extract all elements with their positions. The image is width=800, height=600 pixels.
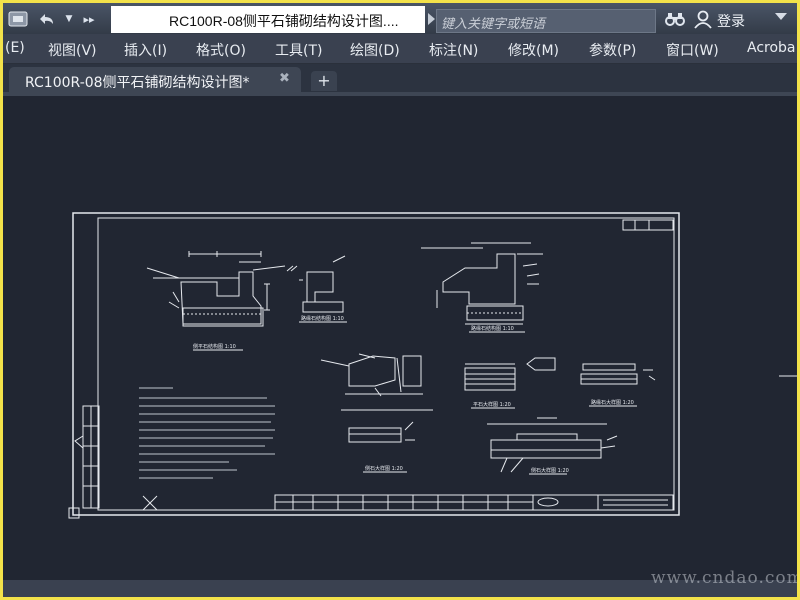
title-box: RC100R-08侧平石铺砌结构设计图.... — [111, 6, 425, 33]
menu-format[interactable]: 格式(O) — [196, 40, 246, 60]
menu-bar: (E) 视图(V) 插入(I) 格式(O) 工具(T) 绘图(D) 标注(N) … — [3, 34, 797, 64]
binoculars-icon[interactable] — [665, 11, 685, 27]
detail-title-2: 路缘石结构图 1:10 — [301, 315, 344, 322]
title-expand-icon[interactable] — [428, 13, 435, 25]
watermark: www.cndao.com — [651, 568, 797, 588]
menu-acrobat[interactable]: Acroba — [747, 40, 796, 56]
menu-tools[interactable]: 工具(T) — [275, 40, 322, 60]
more-icon[interactable]: ▸▸ — [81, 9, 97, 29]
chevron-down-icon[interactable] — [775, 13, 787, 20]
detail-title-3: 路缘石结构图 1:10 — [471, 325, 514, 332]
new-tab-button[interactable]: + — [311, 71, 337, 91]
search-input[interactable]: 键入关键字或短语 — [436, 9, 656, 33]
menu-parameter[interactable]: 参数(P) — [589, 40, 636, 60]
window-title: RC100R-08侧平石铺砌结构设计图.... — [169, 13, 399, 29]
undo-icon[interactable] — [35, 9, 57, 29]
quick-access-toolbar: ▼ ▸▸ — [7, 7, 97, 31]
menu-window[interactable]: 窗口(W) — [666, 40, 719, 60]
search-placeholder: 键入关键字或短语 — [441, 17, 546, 32]
dropdown-icon[interactable]: ▼ — [63, 9, 75, 29]
tab-label: RC100R-08侧平石铺砌结构设计图* — [25, 75, 250, 91]
detail-title-7: 侧石大样图 1:20 — [531, 467, 569, 474]
detail-title-1: 侧平石结构图 1:10 — [193, 343, 236, 350]
tab-drawing[interactable]: RC100R-08侧平石铺砌结构设计图* ✖ — [9, 67, 301, 92]
title-bar: ▼ ▸▸ RC100R-08侧平石铺砌结构设计图.... 键入关键字或短语 登录 — [3, 3, 797, 34]
close-icon[interactable]: ✖ — [279, 71, 290, 86]
detail-title-6: 侧石大样图 1:20 — [365, 465, 403, 472]
menu-dimension[interactable]: 标注(N) — [429, 40, 478, 60]
menu-modify[interactable]: 修改(M) — [508, 40, 559, 60]
login-link[interactable]: 登录 — [717, 11, 745, 31]
drawing-sheet: 侧平石结构图 1:10 路缘石结构图 1:10 路缘石结构图 1:10 平石大样… — [68, 212, 797, 519]
menu-edit[interactable]: (E) — [5, 40, 25, 56]
user-icon[interactable] — [693, 9, 713, 29]
app-window: ▼ ▸▸ RC100R-08侧平石铺砌结构设计图.... 键入关键字或短语 登录… — [3, 3, 797, 597]
menu-draw[interactable]: 绘图(D) — [350, 40, 400, 60]
open-icon[interactable] — [7, 9, 29, 29]
menu-insert[interactable]: 插入(I) — [124, 40, 167, 60]
tab-bar: RC100R-08侧平石铺砌结构设计图* ✖ + — [3, 64, 797, 92]
detail-title-5: 路缘石大样图 1:20 — [591, 399, 634, 406]
detail-title-4: 平石大样图 1:20 — [473, 401, 511, 408]
menu-view[interactable]: 视图(V) — [48, 40, 97, 60]
drawing-canvas[interactable]: 侧平石结构图 1:10 路缘石结构图 1:10 路缘石结构图 1:10 平石大样… — [3, 96, 797, 580]
